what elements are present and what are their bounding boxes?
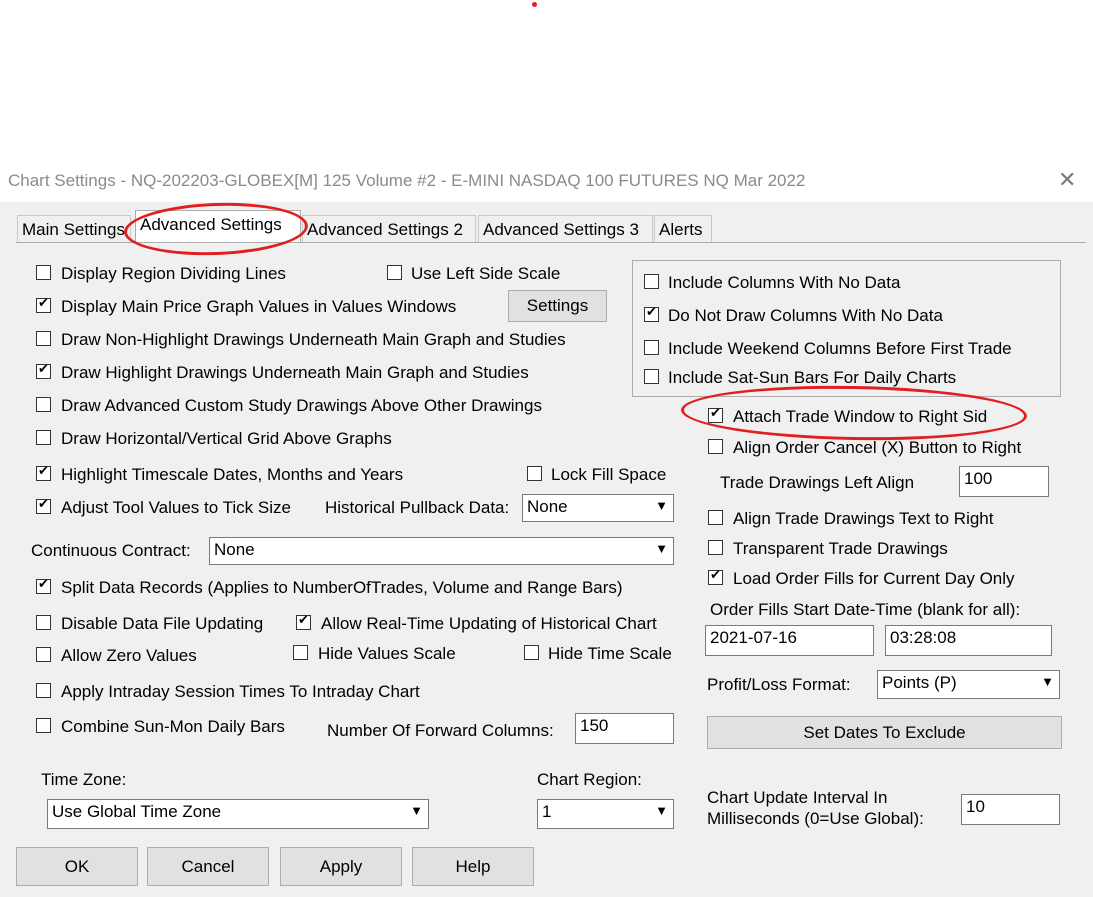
apply-intraday-session-checkbox[interactable] [36,683,51,698]
ok-button[interactable]: OK [16,847,138,886]
time-zone-label: Time Zone: [41,770,127,789]
transparent-trade-drawings-checkbox[interactable] [708,540,723,555]
align-trade-drawings-text-label: Align Trade Drawings Text to Right [733,509,994,528]
close-icon[interactable]: ✕ [1058,167,1076,193]
adjust-tool-values-label: Adjust Tool Values to Tick Size [61,498,291,517]
include-sat-sun-bars-label: Include Sat-Sun Bars For Daily Charts [668,368,957,387]
trade-drawings-left-align-input[interactable]: 100 [959,466,1049,497]
chart-region-select[interactable]: 1 ▼ [537,799,674,829]
hide-values-scale-checkbox[interactable] [293,645,308,660]
forward-columns-label: Number Of Forward Columns: [327,721,554,740]
hide-values-scale-label: Hide Values Scale [318,644,456,663]
lock-fill-space-checkbox[interactable] [527,466,542,481]
align-order-cancel-checkbox[interactable] [708,439,723,454]
tab-advanced-settings-3[interactable]: Advanced Settings 3 [478,215,653,242]
do-not-draw-columns-label: Do Not Draw Columns With No Data [668,306,943,325]
include-weekend-columns-checkbox[interactable] [644,340,659,355]
chevron-down-icon: ▼ [410,803,423,818]
continuous-contract-select[interactable]: None ▼ [209,537,674,565]
chart-update-interval-input[interactable]: 10 [961,794,1060,825]
order-fills-time-input[interactable]: 03:28:08 [885,625,1052,656]
split-data-records-label: Split Data Records (Applies to NumberOfT… [61,578,623,597]
draw-advanced-custom-checkbox[interactable] [36,397,51,412]
trade-drawings-left-align-label: Trade Drawings Left Align [720,473,915,492]
display-main-price-graph-values-checkbox[interactable] [36,295,51,313]
set-dates-to-exclude-button[interactable]: Set Dates To Exclude [707,716,1062,749]
time-zone-select[interactable]: Use Global Time Zone ▼ [47,799,429,829]
chevron-down-icon: ▼ [655,803,668,818]
do-not-draw-columns-checkbox[interactable] [644,304,659,322]
chevron-down-icon: ▼ [655,498,668,513]
adjust-tool-values-checkbox[interactable] [36,496,51,514]
combine-sun-mon-label: Combine Sun-Mon Daily Bars [61,717,285,736]
chevron-down-icon: ▼ [1041,674,1054,689]
profit-loss-format-select[interactable]: Points (P) ▼ [877,670,1060,699]
draw-advanced-custom-label: Draw Advanced Custom Study Drawings Abov… [61,396,542,415]
historical-pullback-value: None [527,497,568,516]
draw-highlight-checkbox[interactable] [36,361,51,379]
apply-intraday-session-label: Apply Intraday Session Times To Intraday… [61,682,420,701]
hide-time-scale-label: Hide Time Scale [548,644,672,663]
lock-fill-space-label: Lock Fill Space [551,465,667,484]
tab-advanced-settings-2[interactable]: Advanced Settings 2 [302,215,476,242]
highlight-timescale-checkbox[interactable] [36,463,51,481]
hide-time-scale-checkbox[interactable] [524,645,539,660]
historical-pullback-label: Historical Pullback Data: [325,498,510,517]
window-title: Chart Settings - NQ-202203-GLOBEX[M] 125… [8,171,806,190]
forward-columns-input[interactable]: 150 [575,713,674,744]
allow-zero-values-checkbox[interactable] [36,647,51,662]
annotation-dot [532,2,537,7]
draw-grid-above-checkbox[interactable] [36,430,51,445]
use-left-side-scale-label: Use Left Side Scale [411,264,561,283]
allow-realtime-updating-label: Allow Real-Time Updating of Historical C… [321,614,657,633]
profit-loss-format-value: Points (P) [882,673,957,692]
allow-zero-values-label: Allow Zero Values [61,646,197,665]
chart-update-interval-label: Chart Update Interval In [707,788,888,807]
profit-loss-format-label: Profit/Loss Format: [707,675,851,694]
draw-non-highlight-label: Draw Non-Highlight Drawings Underneath M… [61,330,566,349]
draw-non-highlight-checkbox[interactable] [36,331,51,346]
cancel-button[interactable]: Cancel [147,847,269,886]
time-zone-value: Use Global Time Zone [52,802,222,821]
load-order-fills-checkbox[interactable] [708,567,723,585]
align-trade-drawings-text-checkbox[interactable] [708,510,723,525]
draw-highlight-label: Draw Highlight Drawings Underneath Main … [61,363,529,382]
chart-region-label: Chart Region: [537,770,642,789]
display-region-dividing-lines-checkbox[interactable] [36,265,51,280]
chart-region-value: 1 [542,802,552,821]
transparent-trade-drawings-label: Transparent Trade Drawings [733,539,948,558]
combine-sun-mon-checkbox[interactable] [36,718,51,733]
display-main-price-graph-values-label: Display Main Price Graph Values in Value… [61,297,457,316]
chevron-down-icon: ▼ [655,541,668,556]
chart-update-interval-label-2: Milliseconds (0=Use Global): [707,809,924,828]
draw-grid-above-label: Draw Horizontal/Vertical Grid Above Grap… [61,429,392,448]
align-order-cancel-label: Align Order Cancel (X) Button to Right [733,438,1022,457]
split-data-records-checkbox[interactable] [36,576,51,594]
settings-button[interactable]: Settings [508,290,607,322]
include-columns-no-data-checkbox[interactable] [644,274,659,289]
order-fills-date-input[interactable]: 2021-07-16 [705,625,874,656]
tab-main-settings[interactable]: Main Settings [17,215,131,242]
disable-data-file-updating-label: Disable Data File Updating [61,614,264,633]
allow-realtime-updating-checkbox[interactable] [296,612,311,630]
continuous-contract-value: None [214,540,255,559]
load-order-fills-label: Load Order Fills for Current Day Only [733,569,1015,588]
include-weekend-columns-label: Include Weekend Columns Before First Tra… [668,339,1012,358]
apply-button[interactable]: Apply [280,847,402,886]
help-button[interactable]: Help [412,847,534,886]
highlight-timescale-label: Highlight Timescale Dates, Months and Ye… [61,465,404,484]
include-columns-no-data-label: Include Columns With No Data [668,273,901,292]
use-left-side-scale-checkbox[interactable] [387,265,402,280]
tab-alerts[interactable]: Alerts [654,215,712,242]
display-region-dividing-lines-label: Display Region Dividing Lines [61,264,286,283]
continuous-contract-label: Continuous Contract: [31,541,191,560]
historical-pullback-select[interactable]: None ▼ [522,494,674,522]
disable-data-file-updating-checkbox[interactable] [36,615,51,630]
include-sat-sun-bars-checkbox[interactable] [644,369,659,384]
order-fills-start-label: Order Fills Start Date-Time (blank for a… [710,600,1021,619]
